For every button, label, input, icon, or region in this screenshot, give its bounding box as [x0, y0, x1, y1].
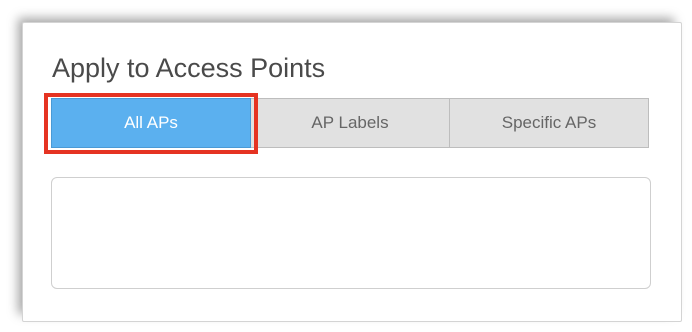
- panel-title: Apply to Access Points: [52, 53, 326, 83]
- screenshot-stage: Apply to Access Points All APs AP Labels…: [0, 0, 692, 332]
- segment-specific-aps[interactable]: Specific APs: [450, 98, 649, 148]
- ap-scope-segmented-control: All APs AP Labels Specific APs: [51, 98, 649, 148]
- apply-to-access-points-panel: Apply to Access Points All APs AP Labels…: [22, 22, 682, 322]
- segment-all-aps[interactable]: All APs: [51, 98, 251, 148]
- access-points-selection-box[interactable]: [51, 177, 651, 289]
- segment-ap-labels[interactable]: AP Labels: [251, 98, 450, 148]
